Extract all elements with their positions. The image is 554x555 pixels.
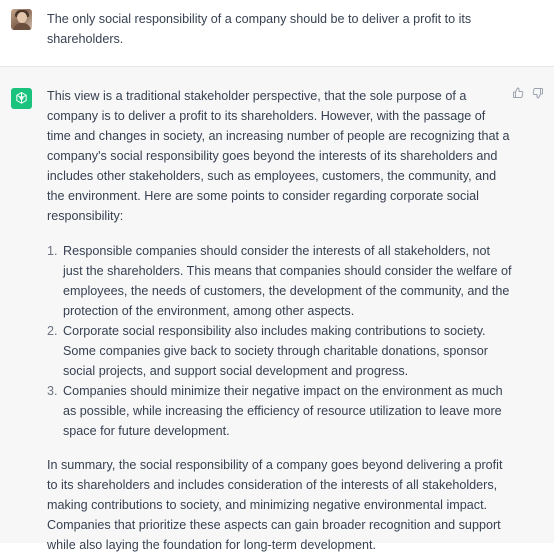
thumbs-up-icon[interactable]	[511, 86, 525, 100]
list-item-text: Corporate social responsibility also inc…	[63, 324, 488, 378]
list-item-text: Companies should minimize their negative…	[63, 384, 503, 438]
assistant-message-row: This view is a traditional stakeholder p…	[0, 67, 554, 552]
user-message-text: The only social responsibility of a comp…	[47, 12, 472, 46]
list-item: 2. Corporate social responsibility also …	[47, 321, 512, 381]
assistant-intro-paragraph: This view is a traditional stakeholder p…	[47, 89, 510, 223]
message-actions	[511, 86, 545, 100]
list-item-number: 1.	[47, 244, 58, 258]
list-item-number: 3.	[47, 384, 58, 398]
list-item: 3. Companies should minimize their negat…	[47, 381, 512, 441]
points-list: 1. Responsible companies should consider…	[47, 241, 512, 441]
assistant-message-content: This view is a traditional stakeholder p…	[47, 86, 512, 555]
list-item: 1. Responsible companies should consider…	[47, 241, 512, 321]
user-avatar	[11, 9, 32, 30]
openai-logo-icon	[11, 88, 32, 109]
user-message-row: The only social responsibility of a comp…	[0, 0, 554, 67]
list-item-text: Responsible companies should consider th…	[63, 244, 512, 318]
assistant-summary-paragraph: In summary, the social responsibility of…	[47, 458, 503, 552]
thumbs-down-icon[interactable]	[531, 86, 545, 100]
list-item-number: 2.	[47, 324, 58, 338]
